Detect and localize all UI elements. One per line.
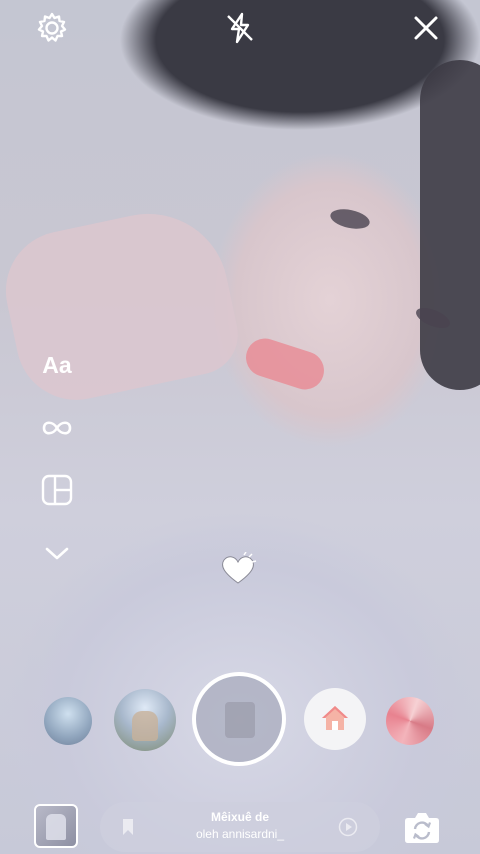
capture-button[interactable]: [192, 672, 286, 766]
more-tools-button[interactable]: [34, 533, 80, 573]
preview-lips: [241, 333, 329, 395]
switch-camera-icon: [405, 813, 439, 843]
flash-toggle-button[interactable]: [220, 8, 260, 48]
settings-button[interactable]: [32, 8, 72, 48]
gallery-button[interactable]: [34, 804, 78, 848]
close-button[interactable]: [406, 8, 446, 48]
effect-thumbnail[interactable]: [114, 689, 176, 751]
play-icon[interactable]: [338, 817, 358, 837]
effect-home-button[interactable]: [304, 688, 366, 750]
flash-off-icon: [227, 12, 253, 44]
effect-thumbnail[interactable]: [44, 697, 92, 745]
infinity-icon: [42, 421, 72, 435]
layout-button[interactable]: [34, 470, 80, 510]
effect-thumbnail[interactable]: [386, 697, 434, 745]
music-selector[interactable]: Mêixuê de oleh annisardni_: [100, 802, 380, 852]
gear-icon: [37, 12, 67, 42]
close-icon: [414, 16, 438, 40]
preview-eye: [328, 206, 372, 232]
heart-sticker-icon: [222, 552, 257, 584]
camera-screen: Aa Mêixuê de oleh annisardni_: [0, 0, 480, 854]
text-mode-button[interactable]: Aa: [34, 345, 80, 385]
home-icon: [322, 706, 348, 730]
chevron-down-icon: [45, 547, 69, 560]
preview-hair: [420, 60, 480, 390]
layout-icon: [41, 474, 73, 506]
switch-camera-button[interactable]: [400, 806, 444, 850]
boomerang-button[interactable]: [34, 408, 80, 448]
text-mode-label: Aa: [42, 351, 72, 378]
